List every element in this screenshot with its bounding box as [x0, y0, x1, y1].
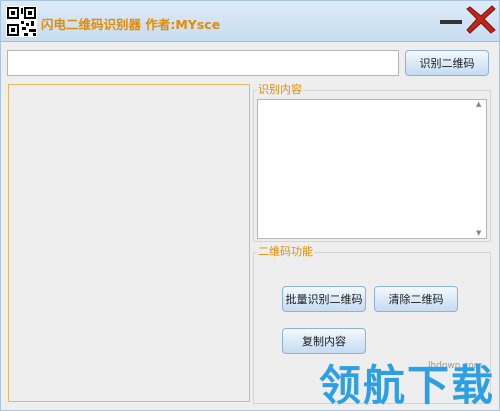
app-window: 闪电二维码识别器 作者:MYsce 识别二维码 识别内容 ▲ ▼ 二维码功能 批…: [0, 0, 500, 411]
clear-qr-button[interactable]: 清除二维码: [374, 286, 458, 312]
minimize-button[interactable]: [438, 9, 464, 33]
result-content-textarea[interactable]: [257, 99, 487, 239]
batch-recognize-button[interactable]: 批量识别二维码: [282, 286, 366, 312]
watermark-text: 领航下载: [319, 361, 496, 410]
app-title: 闪电二维码识别器 作者:MYsce: [41, 17, 221, 32]
close-icon[interactable]: [465, 3, 497, 35]
qr-code-icon: [6, 6, 37, 37]
copy-content-button[interactable]: 复制内容: [282, 328, 366, 354]
scroll-up-arrow-icon[interactable]: ▲: [476, 100, 481, 108]
minimize-icon: [440, 20, 462, 24]
function-group-legend: 二维码功能: [257, 245, 314, 259]
recognize-qr-button[interactable]: 识别二维码: [405, 50, 489, 76]
scroll-down-arrow-icon[interactable]: ▼: [476, 229, 481, 237]
result-group-legend: 识别内容: [257, 83, 303, 97]
title-bar[interactable]: 闪电二维码识别器 作者:MYsce: [1, 1, 499, 42]
image-path-input[interactable]: [7, 50, 399, 76]
qr-image-preview[interactable]: [8, 84, 250, 402]
